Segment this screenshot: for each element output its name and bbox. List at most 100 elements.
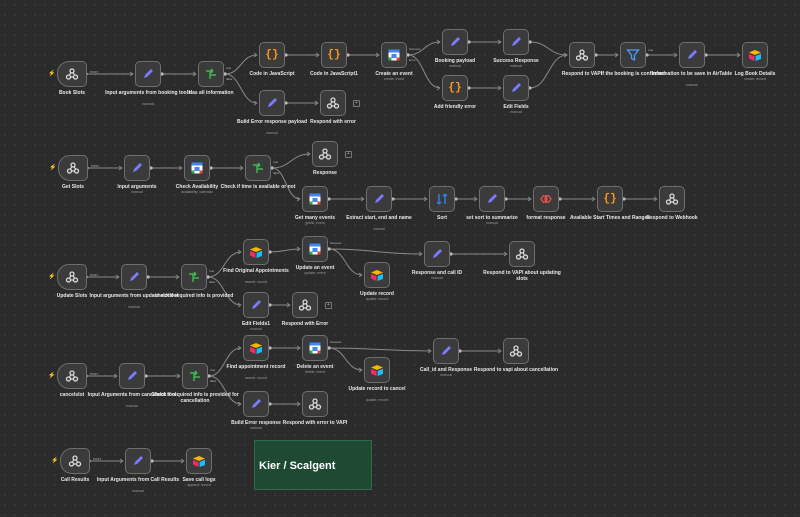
connection-arrow [176, 373, 181, 379]
node-booking-payload[interactable] [442, 29, 468, 55]
node-response-call-id[interactable] [424, 241, 450, 267]
node-response[interactable] [312, 141, 338, 167]
connection-arrow [178, 165, 183, 171]
connection-arrow [418, 251, 423, 257]
node-if-booking-confirmed[interactable] [620, 42, 646, 68]
node-edit-fields[interactable] [503, 75, 529, 101]
node-subtitle: manual [250, 425, 262, 430]
connection-arrow [115, 274, 120, 280]
node-success-response[interactable] [503, 29, 529, 55]
code-icon: {} [265, 48, 279, 61]
trigger-bolt-icon: ⚡ [49, 165, 57, 171]
node-respond-with-error-2[interactable] [292, 292, 318, 318]
connection-arrow [296, 401, 301, 407]
node-find-appointment-record[interactable] [243, 335, 269, 361]
port-label-true: true [226, 66, 232, 70]
connection-arrow [296, 246, 301, 252]
node-save-call-logs[interactable] [186, 448, 212, 474]
node-input-args-update[interactable] [121, 264, 147, 290]
workflow-canvas[interactable]: Kier / Scalgent ⚡ POST Book Slots Input arg… [0, 0, 800, 517]
add-node-button[interactable]: + [353, 100, 360, 107]
node-check-required-update[interactable] [181, 264, 207, 290]
connection-arrow [375, 52, 380, 58]
node-get-slots[interactable] [58, 155, 88, 181]
google-calendar-icon [387, 48, 401, 62]
edit-icon [372, 192, 386, 206]
node-delete-event[interactable] [302, 335, 328, 361]
node-build-error-response[interactable] [243, 391, 269, 417]
node-check-required-cancel[interactable] [182, 363, 208, 389]
connection-arrow [113, 373, 118, 379]
node-code-js-2[interactable]: {} [321, 42, 347, 68]
connection-arrow [296, 196, 301, 202]
node-input-args-booking[interactable] [135, 61, 161, 87]
node-build-error-payload[interactable] [259, 90, 285, 116]
node-get-many-events[interactable] [302, 186, 328, 212]
connection-arrow [253, 100, 258, 106]
node-code-js-1[interactable]: {} [259, 42, 285, 68]
node-check-time-available[interactable] [245, 155, 271, 181]
webhook-icon [575, 48, 589, 62]
node-update-record[interactable] [364, 262, 390, 288]
node-update-slots[interactable] [57, 264, 87, 290]
edit-icon [249, 397, 263, 411]
node-set-sort-summarize[interactable] [479, 186, 505, 212]
connection-arrow [237, 345, 242, 351]
node-book-slots[interactable] [57, 61, 87, 87]
connection-arrow [736, 52, 741, 58]
connection-arrow [653, 196, 658, 202]
node-edit-fields1[interactable] [243, 292, 269, 318]
connection-arrow [237, 302, 242, 308]
node-sort[interactable] [429, 186, 455, 212]
port-label-true: true [273, 160, 279, 164]
airtable-icon [370, 363, 384, 377]
node-call-results[interactable] [60, 448, 90, 474]
webhook-icon [665, 192, 679, 206]
sticky-note[interactable]: Kier / Scalgent [254, 440, 372, 490]
webhook-icon [326, 96, 340, 110]
port-label-post: POST [90, 273, 99, 277]
node-respond-vapi-updating[interactable] [509, 241, 535, 267]
node-input-args-cancel[interactable] [119, 363, 145, 389]
code-icon: {} [603, 192, 617, 205]
node-check-availability[interactable] [184, 155, 210, 181]
node-update-event[interactable] [302, 236, 328, 262]
node-label: Respond to Webhook [646, 215, 698, 221]
node-input-args-call-results[interactable] [125, 448, 151, 474]
if-icon [204, 67, 218, 81]
node-add-friendly-error[interactable]: {} [442, 75, 468, 101]
node-log-book-details[interactable] [742, 42, 768, 68]
node-find-original-appointments[interactable] [243, 239, 269, 265]
node-respond-vapi-cancel[interactable] [503, 338, 529, 364]
node-create-event[interactable] [381, 42, 407, 68]
node-cancelslot[interactable] [57, 363, 87, 389]
trigger-bolt-icon: ⚡ [48, 373, 56, 379]
code-icon: {} [327, 48, 341, 61]
connection-arrow [497, 39, 502, 45]
port-label-success: Success [330, 241, 342, 245]
edit-icon [509, 35, 523, 49]
node-respond-with-error[interactable] [320, 90, 346, 116]
node-has-all-info[interactable] [198, 61, 224, 87]
node-extract-start-end[interactable] [366, 186, 392, 212]
connection-arrow [315, 52, 320, 58]
node-input-arguments[interactable] [124, 155, 150, 181]
google-calendar-icon [308, 242, 322, 256]
add-node-button[interactable]: + [325, 302, 332, 309]
port-label-false: false [226, 77, 233, 81]
node-update-record-cancel[interactable] [364, 357, 390, 383]
node-respond-error-vapi[interactable] [302, 391, 328, 417]
node-available-start-times[interactable]: {} [597, 186, 623, 212]
node-format-response[interactable] [533, 186, 559, 212]
edit-icon [249, 298, 263, 312]
node-label: Response [313, 170, 337, 176]
add-node-button[interactable]: + [345, 151, 352, 158]
google-calendar-icon [308, 341, 322, 355]
node-subtitle: manual [250, 326, 262, 331]
webhook-icon [65, 270, 79, 284]
node-call-id-response[interactable] [433, 338, 459, 364]
node-label: check if required info is provided [154, 293, 234, 299]
node-info-airtable[interactable] [679, 42, 705, 68]
node-respond-to-webhook[interactable] [659, 186, 685, 212]
node-respond-to-vapi[interactable] [569, 42, 595, 68]
